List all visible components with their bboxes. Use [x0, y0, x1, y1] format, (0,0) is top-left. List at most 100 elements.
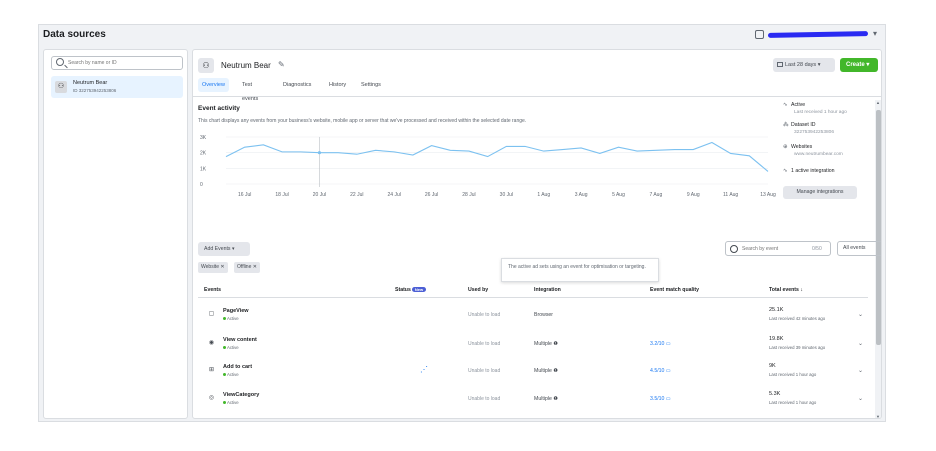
dataset-id-row: ⁂ Dataset ID: [783, 122, 816, 128]
integration: Multiple ❶: [534, 368, 558, 374]
account-icon[interactable]: [755, 30, 764, 39]
status-dot: [223, 317, 226, 320]
col-integration[interactable]: Integration: [534, 287, 561, 293]
create-button[interactable]: Create ▾: [840, 58, 878, 72]
table-row[interactable]: ◉ View content Active Unable to load Multipl…: [198, 329, 868, 359]
status-indicator: ⋰: [420, 365, 428, 374]
source-search-input[interactable]: [68, 58, 178, 68]
col-total-events[interactable]: Total events ↓: [769, 287, 803, 293]
y-tick-label: 2K: [200, 151, 207, 157]
x-tick-label: 13 Aug: [760, 192, 776, 198]
x-tick-label: 28 Jul: [462, 192, 475, 198]
activity-icon: ∿: [783, 102, 788, 108]
last-received: Last received 1 hour ago: [794, 110, 847, 115]
x-tick-label: 5 Aug: [612, 192, 625, 198]
chevron-down-icon[interactable]: ⌄: [858, 395, 863, 402]
chevron-down-icon[interactable]: ⌄: [858, 367, 863, 374]
page-title: Data sources: [43, 29, 106, 40]
event-activity-description: This chart displays any events from your…: [198, 118, 527, 124]
event-match-quality[interactable]: 3.5/10 ▭: [650, 396, 671, 402]
event-match-quality[interactable]: 3.2/10 ▭: [650, 341, 671, 347]
tab-test-events[interactable]: Test events: [238, 78, 262, 102]
event-status-text: Active: [227, 316, 239, 321]
source-list-item[interactable]: ⚇ Neutrum Bear ID 322753942253806: [51, 76, 183, 98]
y-tick-label: 1K: [200, 166, 207, 172]
edit-icon[interactable]: ✎: [278, 60, 285, 69]
event-status-text: Active: [227, 400, 239, 405]
chevron-down-icon[interactable]: ⌄: [858, 340, 863, 347]
event-search-box[interactable]: 0/50: [725, 241, 831, 256]
source-id: ID 322753942253806: [73, 88, 117, 93]
add-events-label: Add Events: [204, 246, 231, 252]
all-events-dropdown[interactable]: All events▾: [837, 241, 881, 256]
used-by: Unable to load: [468, 368, 501, 374]
x-tick-label: 18 Jul: [275, 192, 288, 198]
x-tick-label: 22 Jul: [350, 192, 363, 198]
date-range-label: Last 28 days: [785, 62, 817, 68]
y-tick-label: 3K: [200, 135, 207, 141]
last-received: Last received 42 minutes ago: [769, 316, 826, 321]
pixel-icon: ⚇: [55, 81, 67, 93]
total-events: 9K: [769, 363, 776, 369]
total-events: 19.8K: [769, 336, 784, 342]
col-event-match-quality[interactable]: Event match quality: [650, 287, 699, 293]
integrations-text: 1 active integration: [791, 168, 835, 174]
tab-overview[interactable]: Overview: [198, 78, 229, 92]
col-events[interactable]: Events: [204, 287, 221, 293]
col-used-by[interactable]: Used by: [468, 287, 488, 293]
integrations-row: ∿ 1 active integration: [783, 168, 835, 174]
event-name: View content: [223, 337, 257, 343]
y-tick-label: 0: [200, 182, 203, 188]
event-search-input[interactable]: [742, 244, 792, 254]
event-status: Active: [223, 316, 239, 321]
integration: Multiple ❶: [534, 341, 558, 347]
tab-diagnostics[interactable]: Diagnostics: [279, 78, 315, 92]
filter-chip-website[interactable]: Website ✕: [198, 262, 228, 273]
scrollbar-thumb[interactable]: [876, 110, 881, 345]
source-search-box[interactable]: [51, 56, 183, 70]
scroll-up-arrow[interactable]: ▲: [876, 100, 880, 105]
x-tick-label: 16 Jul: [238, 192, 251, 198]
redacted-account-name[interactable]: [767, 31, 869, 38]
status-dot: [223, 373, 226, 376]
table-row[interactable]: ▢ PageView Active Unable to load Browser 25.1…: [198, 300, 868, 330]
data-sources-app: Data sources ▾ ⚇ Neutrum Bear ID 3227539…: [38, 24, 886, 422]
dataset-summary: ∿ Active Last received 1 hour ago ⁂ Datase…: [783, 102, 871, 199]
dataset-id-label: Dataset ID: [791, 122, 816, 128]
total-events: 5.3K: [769, 391, 781, 397]
integration: Browser: [534, 312, 554, 318]
search-icon: [730, 245, 738, 253]
status-dot: [223, 401, 226, 404]
website-url: www.neutrumbear.com: [794, 152, 843, 157]
total-events: 846: [769, 418, 778, 419]
chevron-down-icon[interactable]: ▾: [873, 29, 877, 38]
used-by: Unable to load: [468, 341, 501, 347]
series-line: [225, 141, 769, 172]
manage-integrations-button[interactable]: Manage integrations: [783, 186, 857, 199]
add-events-button[interactable]: Add Events ▾: [198, 242, 250, 256]
calendar-icon: [777, 62, 783, 68]
table-row[interactable]: ◎ ViewCategory Active Unable to load Multipl…: [198, 384, 868, 414]
data-source-list: ⚇ Neutrum Bear ID 322753942253806: [43, 49, 188, 419]
tab-settings[interactable]: Settings: [357, 78, 385, 92]
integration: Multiple ❶: [534, 396, 558, 402]
data-point: [317, 151, 322, 155]
used-by-tooltip: The active ad sets using an event for op…: [501, 258, 659, 282]
col-status[interactable]: Status New: [395, 287, 427, 293]
col-status-label: Status: [395, 287, 411, 293]
table-row[interactable]: ⌕SearchActiveUnable to loadConversions A…: [198, 411, 868, 419]
scroll-down-arrow[interactable]: ▼: [876, 414, 880, 418]
x-tick-label: 26 Jul: [425, 192, 438, 198]
date-range-button[interactable]: Last 28 days ▾: [773, 58, 835, 72]
create-label: Create: [846, 62, 865, 68]
event-match-quality[interactable]: 4.5/10 ▭: [650, 368, 671, 374]
last-received: Last received 1 hour ago: [769, 400, 817, 405]
filter-chip-offline[interactable]: Offline ✕: [234, 262, 260, 273]
event-activity-title: Event activity: [198, 105, 240, 112]
chevron-down-icon[interactable]: ⌄: [858, 311, 863, 318]
x-tick-label: 3 Aug: [575, 192, 588, 198]
total-events: 25.1K: [769, 307, 784, 313]
event-status-text: Active: [227, 345, 239, 350]
table-row[interactable]: ⊞ Add to cart Active ⋰ Unable to load Multipl…: [198, 356, 868, 386]
tab-history[interactable]: History: [325, 78, 350, 92]
